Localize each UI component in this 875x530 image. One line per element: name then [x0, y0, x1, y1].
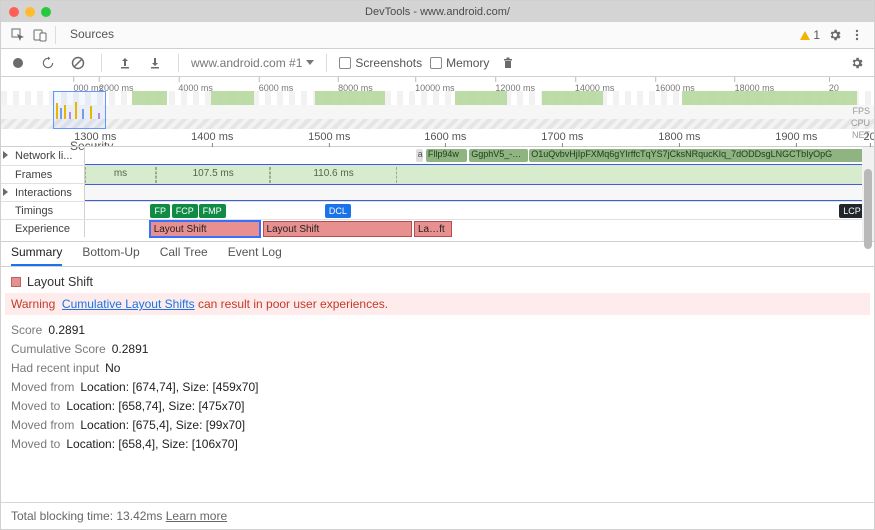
detail-ruler: 1300 ms1400 ms1500 ms1600 ms1700 ms1800 … — [1, 129, 874, 147]
download-icon[interactable] — [144, 52, 166, 74]
summary-row: Moved fromLocation: [674,74], Size: [459… — [11, 380, 864, 394]
reload-icon[interactable] — [37, 52, 59, 74]
detail-tabbar: Summary Bottom-Up Call Tree Event Log — [1, 241, 874, 267]
frame-segment[interactable]: ms — [85, 167, 156, 183]
detail-tab-bottom-up[interactable]: Bottom-Up — [82, 240, 139, 266]
panel-tabbar: ElementsConsolePerformanceLighthouseSour… — [1, 22, 874, 49]
timing-badge-fcp[interactable]: FCP — [172, 204, 198, 218]
titlebar: DevTools - www.android.com/ — [1, 1, 874, 22]
chevron-right-icon[interactable] — [3, 151, 8, 159]
timing-badge-dcl[interactable]: DCL — [325, 204, 351, 218]
timing-badge-fmp[interactable]: FMP — [199, 204, 226, 218]
track-label: Network li... — [15, 150, 72, 162]
overview-fps-lane — [1, 91, 874, 105]
summary-row: Moved fromLocation: [675,4], Size: [99x7… — [11, 418, 864, 432]
detail-tab-call-tree[interactable]: Call Tree — [160, 240, 208, 266]
window-title: DevTools - www.android.com/ — [1, 6, 874, 18]
detail-tab-event-log[interactable]: Event Log — [228, 240, 282, 266]
detail-tab-summary[interactable]: Summary — [11, 240, 62, 266]
network-entry[interactable]: O1uQvbvHjIpFXMq6gYIrffcTqYS7jCksNRqucKIq… — [529, 149, 872, 162]
warning-label: Warning — [11, 297, 55, 311]
network-entry[interactable]: a — [416, 149, 424, 162]
screenshots-label: Screenshots — [355, 56, 422, 70]
track-interactions[interactable]: Interactions — [1, 183, 874, 201]
summary-row: Moved toLocation: [658,74], Size: [475x7… — [11, 399, 864, 413]
layout-shift-swatch — [11, 277, 21, 287]
overview-strip[interactable]: 000 ms2000 ms4000 ms6000 ms8000 ms10000 … — [1, 77, 874, 129]
timing-badge-fp[interactable]: FP — [150, 204, 170, 218]
cls-link[interactable]: Cumulative Layout Shifts — [62, 297, 195, 311]
chevron-right-icon[interactable] — [3, 188, 8, 196]
inspect-icon[interactable] — [7, 24, 29, 46]
issues-count[interactable]: 1 — [800, 28, 820, 42]
screenshots-checkbox[interactable]: Screenshots — [339, 56, 422, 70]
layout-shift-block[interactable]: Layout Shift — [150, 221, 260, 237]
network-entry[interactable]: Fllp94w — [426, 149, 467, 162]
track-label: Timings — [15, 205, 53, 217]
overview-ruler: 000 ms2000 ms4000 ms6000 ms8000 ms10000 … — [1, 77, 874, 91]
memory-label: Memory — [446, 56, 489, 70]
scroll-thumb[interactable] — [864, 169, 872, 249]
summary-pane: Layout Shift Warning Cumulative Layout S… — [1, 267, 874, 502]
chevron-down-icon — [306, 60, 314, 65]
layout-shift-block[interactable]: Layout Shift — [263, 221, 413, 237]
track-label: Frames — [15, 169, 52, 181]
upload-icon[interactable] — [114, 52, 136, 74]
more-icon[interactable] — [846, 24, 868, 46]
track-experience[interactable]: Experience Layout ShiftLayout ShiftLa…ft — [1, 219, 874, 237]
timing-badge-lcp[interactable]: LCP — [839, 204, 865, 218]
track-label: Experience — [15, 223, 70, 235]
summary-row: Moved toLocation: [658,4], Size: [106x70… — [11, 437, 864, 451]
memory-checkbox[interactable]: Memory — [430, 56, 489, 70]
network-entry[interactable]: GgphV5_-O… — [469, 149, 527, 162]
flame-tracks[interactable]: Network li... aFllp94wGgphV5_-O…O1uQvbvH… — [1, 147, 874, 241]
summary-row: Score0.2891 — [11, 323, 864, 337]
panel-tab-sources[interactable]: Sources — [60, 21, 149, 49]
overview-cpu-lane — [1, 105, 874, 119]
summary-warning: Warning Cumulative Layout Shifts can res… — [5, 293, 870, 315]
warning-text: can result in poor user experiences. — [195, 297, 388, 311]
trash-icon[interactable] — [497, 52, 519, 74]
frame-segment[interactable]: 110.6 ms — [270, 167, 396, 183]
layout-shift-block[interactable]: La…ft — [414, 221, 452, 237]
track-network[interactable]: Network li... aFllp94wGgphV5_-O…O1uQvbvH… — [1, 147, 874, 165]
track-label: Interactions — [15, 187, 72, 199]
learn-more-link[interactable]: Learn more — [166, 509, 227, 523]
recording-label: www.android.com #1 — [191, 56, 302, 70]
vertical-scrollbar[interactable] — [862, 147, 874, 241]
record-icon[interactable] — [7, 52, 29, 74]
warning-count-text: 1 — [813, 28, 820, 42]
summary-row: Had recent inputNo — [11, 361, 864, 375]
warning-icon — [800, 31, 810, 40]
gear-icon[interactable] — [824, 24, 846, 46]
track-timings[interactable]: Timings FPFCPFMP DCL LCP — [1, 201, 874, 219]
track-frames[interactable]: Frames ms107.5 ms110.6 ms — [1, 165, 874, 183]
tabbar-sep — [55, 26, 56, 44]
summary-heading: Layout Shift — [11, 275, 864, 289]
overview-net-lane — [1, 119, 874, 129]
perf-toolbar: www.android.com #1 Screenshots Memory — [1, 49, 874, 77]
gear-icon[interactable] — [846, 52, 868, 74]
clear-icon[interactable] — [67, 52, 89, 74]
device-mode-icon[interactable] — [29, 24, 51, 46]
summary-row: Cumulative Score0.2891 — [11, 342, 864, 356]
frame-segment[interactable]: 107.5 ms — [156, 167, 270, 183]
devtools-window: DevTools - www.android.com/ ElementsCons… — [0, 0, 875, 530]
recording-selector[interactable]: www.android.com #1 — [191, 56, 314, 70]
blocking-time-text: Total blocking time: 13.42ms — [11, 509, 166, 523]
status-footer: Total blocking time: 13.42ms Learn more — [1, 502, 874, 529]
overview-flames — [53, 101, 105, 119]
